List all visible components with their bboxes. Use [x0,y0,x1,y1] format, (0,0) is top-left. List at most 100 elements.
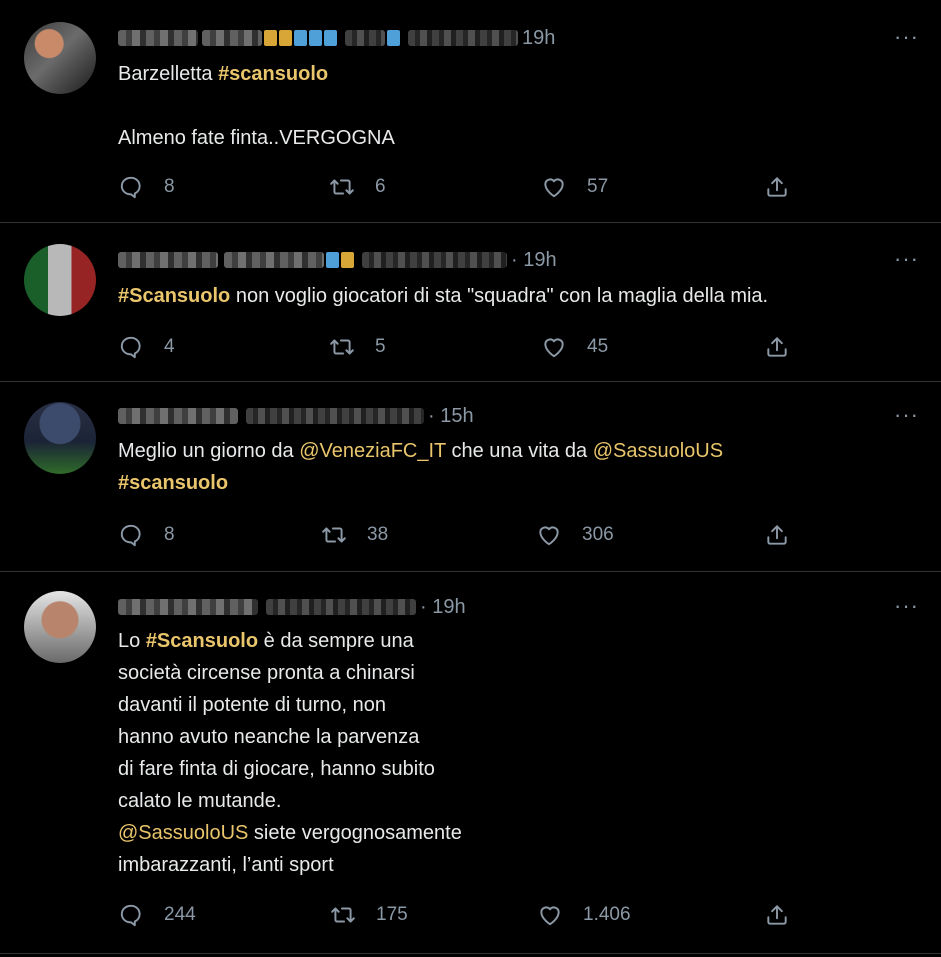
mention-link[interactable]: @SassuoloUS [118,822,248,844]
tweet-text-segment: Meglio un giorno da [118,440,300,462]
like-count: 57 [587,176,609,197]
avatar[interactable] [24,402,96,474]
hashtag-link[interactable]: #Scansuolo [146,630,258,652]
like-button[interactable]: 1.406 [537,902,631,928]
retweet-icon [330,339,354,355]
hashtag-link[interactable]: #Scansuolo [118,285,230,307]
mention-link[interactable]: @VeneziaFC_IT [299,440,446,462]
avatar[interactable] [24,591,96,663]
tweet-3[interactable]: · 15h ··· Meglio un giorno da @VeneziaFC… [0,382,941,572]
blurred-username[interactable] [118,408,238,424]
retweet-count: 5 [375,336,386,357]
emoji-badge [264,30,277,46]
share-button[interactable] [764,902,790,928]
tweet-text: Barzelletta #scansuolo Almeno fate finta… [118,58,395,154]
retweet-icon [331,907,355,923]
tweet-text: Meglio un giorno da @VeneziaFC_IT che un… [118,435,723,499]
tweet-time[interactable]: · 19h [511,249,557,272]
like-count: 45 [587,336,609,357]
like-button[interactable]: 45 [541,334,608,360]
retweet-button[interactable]: 6 [329,174,386,200]
blurred-username[interactable] [118,599,258,615]
emoji-badge [309,30,322,46]
blurred-handle[interactable] [345,30,385,46]
emoji-badge [326,252,339,268]
retweet-button[interactable]: 175 [330,902,408,928]
tweet-header: · 15h [118,405,474,427]
like-count: 306 [582,524,614,545]
like-button[interactable]: 306 [536,522,614,548]
tweet-header: 19h [118,27,555,49]
blurred-username[interactable] [202,30,262,46]
tweet-text-segment: è da sempre una società circense pronta … [118,630,435,812]
hashtag-link[interactable]: #scansuolo [118,472,228,494]
blurred-handle[interactable] [246,408,424,424]
retweet-icon [330,179,354,195]
like-icon [544,338,564,358]
avatar[interactable] [24,244,96,316]
avatar[interactable] [24,22,96,94]
retweet-count: 38 [367,524,389,545]
retweet-button[interactable]: 38 [321,522,388,548]
emoji-badge [294,30,307,46]
tweet-4[interactable]: · 19h ··· Lo #Scansuolo è da sempre una … [0,572,941,954]
like-count: 1.406 [583,904,631,925]
reply-icon [120,176,141,199]
tweet-actions: 244 175 1.406 [118,900,818,930]
tweet-time[interactable]: · 15h [428,405,474,428]
emoji-badge [387,30,400,46]
tweet-time[interactable]: 19h [522,27,555,50]
blurred-handle[interactable] [362,252,507,268]
retweet-count: 6 [375,176,386,197]
reply-button[interactable]: 8 [118,522,175,548]
blurred-username[interactable] [224,252,324,268]
tweet-2[interactable]: · 19h ··· #Scansuolo non voglio giocator… [0,223,941,382]
reply-count: 8 [164,176,175,197]
blurred-username[interactable] [118,252,218,268]
blurred-handle[interactable] [408,30,518,46]
more-icon[interactable]: ··· [894,595,919,617]
emoji-badge [279,30,292,46]
like-icon [540,906,560,926]
reply-count: 244 [164,904,196,925]
blurred-username[interactable] [118,30,198,46]
more-icon[interactable]: ··· [894,248,919,270]
retweet-button[interactable]: 5 [329,334,386,360]
tweet-actions: 4 5 45 [118,332,818,362]
tweet-feed: 19h ··· Barzelletta #scansuolo Almeno fa… [0,0,941,957]
share-icon [767,525,787,545]
reply-button[interactable]: 4 [118,334,175,360]
emoji-badge [324,30,337,46]
hashtag-link[interactable]: #scansuolo [218,63,328,85]
share-icon [767,905,787,925]
tweet-text-segment: Barzelletta [118,63,219,85]
tweet-text-segment: non voglio giocatori di sta "squadra" co… [230,285,769,307]
reply-button[interactable]: 244 [118,902,196,928]
reply-button[interactable]: 8 [118,174,175,200]
tweet-header: · 19h [118,249,557,271]
share-button[interactable] [764,174,790,200]
blurred-handle[interactable] [266,599,416,615]
share-icon [767,177,787,197]
like-icon [539,526,559,546]
reply-icon [120,524,141,547]
tweet-time[interactable]: · 19h [420,596,466,619]
share-button[interactable] [764,334,790,360]
share-icon [767,337,787,357]
tweet-actions: 8 38 306 [118,520,818,550]
mention-link[interactable]: @SassuoloUS [593,440,723,462]
tweet-text-segment: che una vita da [445,440,593,462]
retweet-count: 175 [376,904,408,925]
share-button[interactable] [764,522,790,548]
reply-count: 4 [164,336,175,357]
like-icon [544,178,564,198]
more-icon[interactable]: ··· [894,26,919,48]
reply-count: 8 [164,524,175,545]
tweet-text-segment: Almeno fate finta..VERGOGNA [118,127,395,149]
like-button[interactable]: 57 [541,174,608,200]
reply-icon [120,336,141,359]
tweet-1[interactable]: 19h ··· Barzelletta #scansuolo Almeno fa… [0,0,941,223]
retweet-icon [322,527,346,543]
more-icon[interactable]: ··· [894,404,919,426]
tweet-text-segment: Lo [118,630,146,652]
